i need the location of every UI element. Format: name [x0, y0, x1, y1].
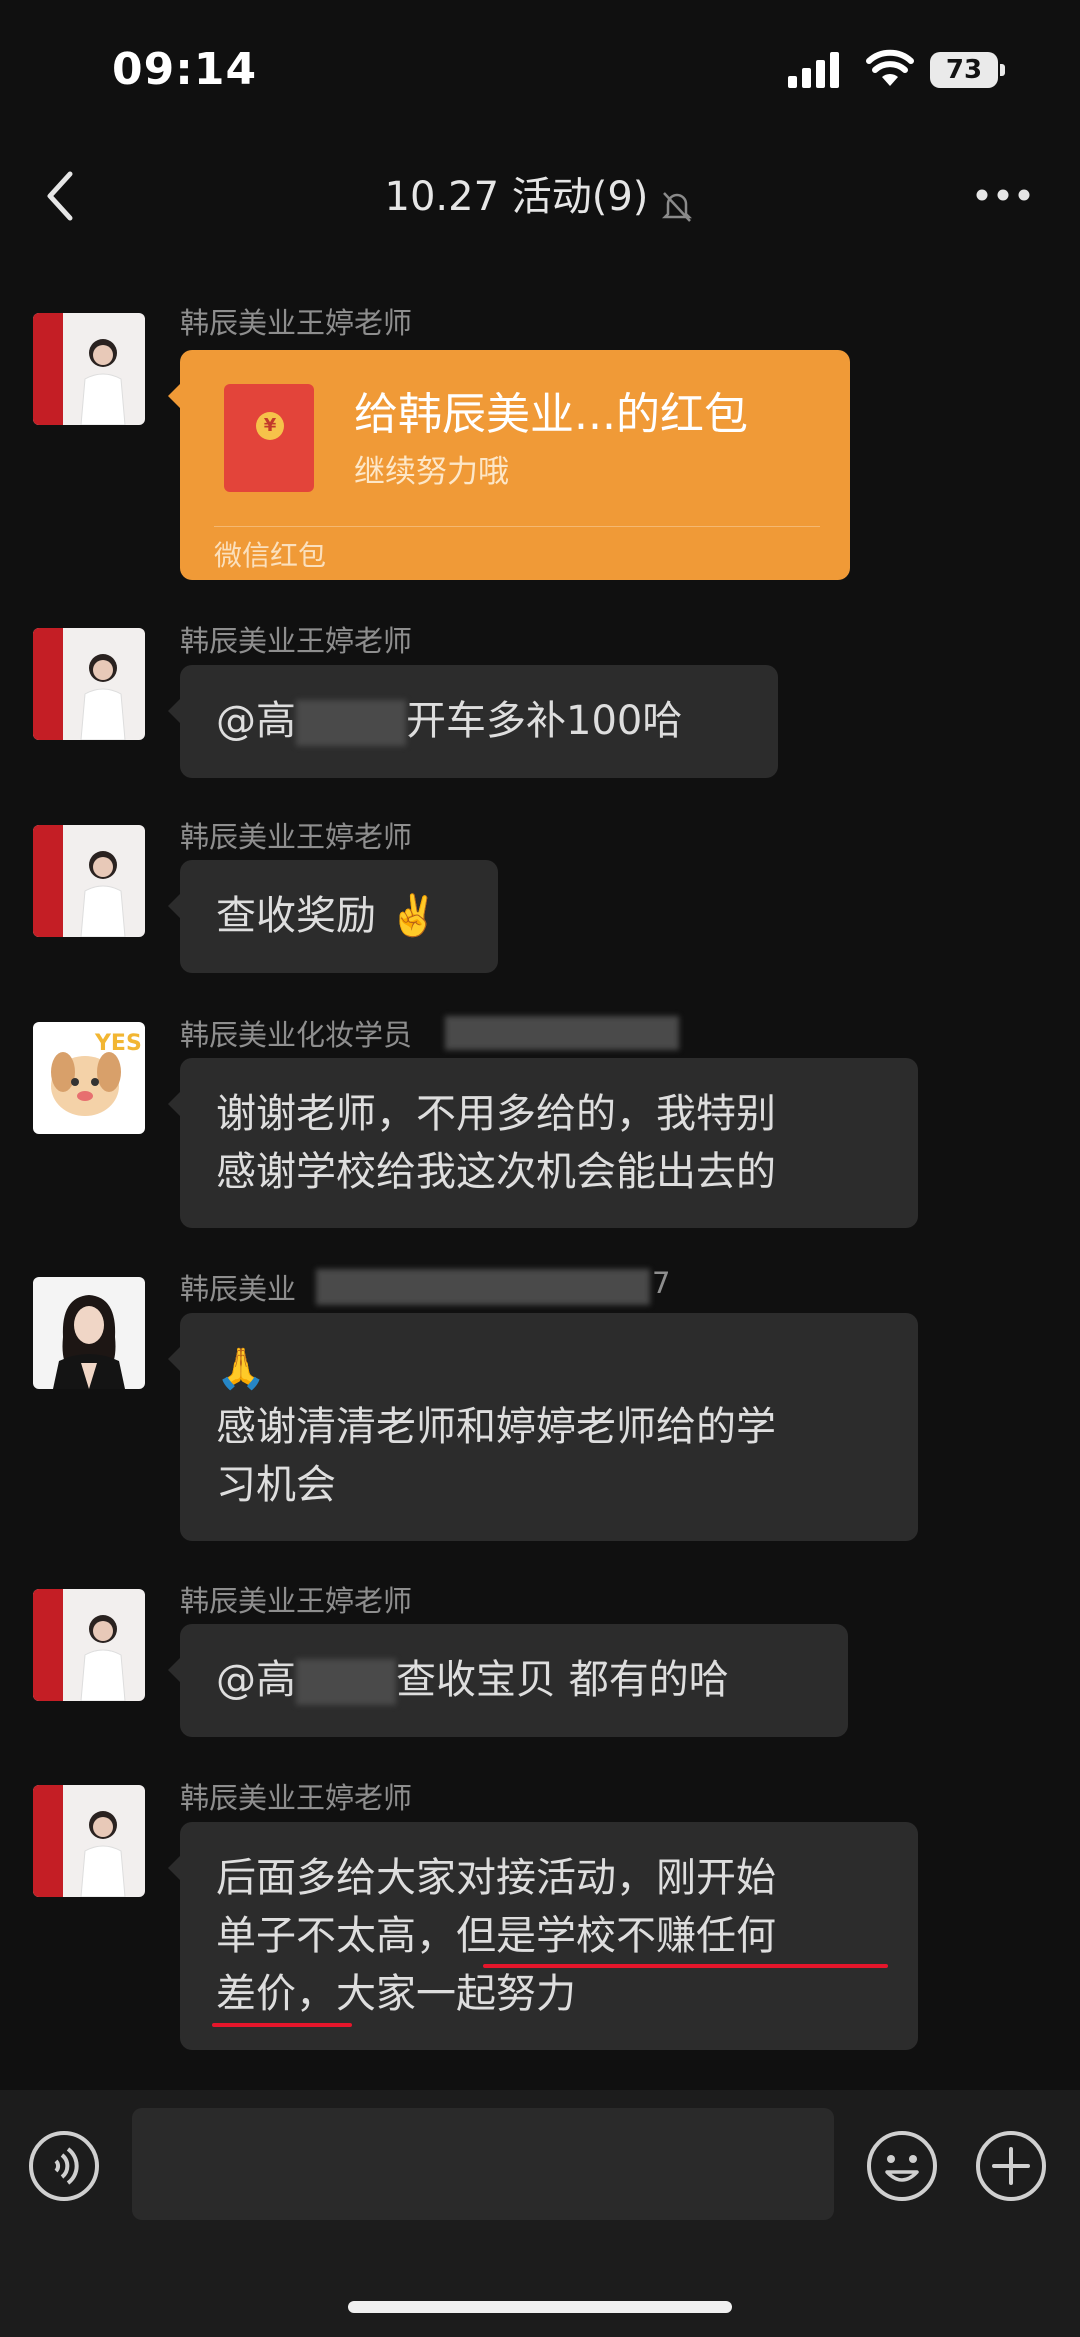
- message-bubble[interactable]: 查收奖励 ✌️: [168, 860, 498, 973]
- mention-text: @高: [216, 698, 296, 744]
- plus-circle-icon[interactable]: [975, 2130, 1047, 2202]
- smiley-icon[interactable]: [866, 2130, 938, 2202]
- red-packet-footer: 微信红包: [214, 539, 327, 572]
- avatar[interactable]: [33, 1785, 145, 1897]
- redacted-name: [296, 700, 406, 746]
- chat-title-wrap: 10.27 活动(9): [0, 164, 1080, 224]
- message-line: 后面多给大家对接活动，刚开始: [216, 1855, 776, 1901]
- message-line: 感谢学校给我这次机会能出去的: [216, 1149, 776, 1195]
- input-bar: [0, 2090, 1080, 2337]
- sender-name: 韩辰美业: [180, 1272, 297, 1306]
- sender-name: 韩辰美业王婷老师: [180, 306, 413, 340]
- ellipsis-icon[interactable]: [975, 188, 1031, 202]
- chat-title: 10.27 活动(9): [384, 174, 649, 220]
- sender-name: 韩辰美业王婷老师: [180, 1584, 413, 1618]
- highlight-underline: [483, 1964, 888, 1968]
- message-bubble[interactable]: 谢谢老师，不用多给的，我特别 感谢学校给我这次机会能出去的: [168, 1058, 918, 1228]
- sender-name-suffix: 7: [652, 1266, 671, 1300]
- avatar[interactable]: YES: [33, 1022, 145, 1134]
- sender-name: 韩辰美业王婷老师: [180, 624, 413, 658]
- avatar[interactable]: [33, 313, 145, 425]
- message-bubble[interactable]: @高 查收宝贝 都有的哈: [168, 1624, 848, 1737]
- message-input[interactable]: [132, 2108, 834, 2220]
- message-bubble[interactable]: 后面多给大家对接活动，刚开始 单子不太高，但是学校不赚任何 差价，大家一起努力: [168, 1822, 918, 2050]
- red-packet-title: 给韩辰美业...的红包: [354, 389, 748, 440]
- red-packet-bubble[interactable]: ¥ 给韩辰美业...的红包 继续努力哦 微信红包: [168, 350, 850, 580]
- message-line: 差价，大家一起努力: [216, 1971, 576, 2017]
- svg-text:YES: YES: [94, 1031, 142, 1056]
- voice-icon[interactable]: [28, 2130, 100, 2202]
- battery-level: 73: [930, 52, 998, 88]
- red-packet-subtitle: 继续努力哦: [354, 454, 509, 490]
- avatar[interactable]: [33, 1589, 145, 1701]
- message-text: 查收宝贝 都有的哈: [396, 1657, 729, 1703]
- home-indicator[interactable]: [348, 2301, 732, 2313]
- message-bubble[interactable]: @高 开车多补100哈: [168, 665, 778, 778]
- bell-off-icon: [662, 191, 693, 222]
- folded-hands-emoji: 🙏: [216, 1346, 266, 1392]
- message-bubble[interactable]: 🙏 感谢清清老师和婷婷老师给的学 习机会: [168, 1313, 918, 1541]
- redacted-name: [445, 1016, 679, 1050]
- redacted-name: [296, 1659, 396, 1705]
- redacted-name: [316, 1269, 650, 1305]
- message-line: 感谢清清老师和婷婷老师给的学: [216, 1404, 776, 1450]
- sender-name: 韩辰美业王婷老师: [180, 820, 413, 854]
- red-envelope-icon: ¥: [224, 384, 314, 492]
- chat-header: 10.27 活动(9): [0, 150, 1080, 240]
- message-line: 谢谢老师，不用多给的，我特别: [216, 1091, 776, 1137]
- highlight-underline: [212, 2023, 352, 2027]
- avatar[interactable]: [33, 1277, 145, 1389]
- victory-hand-emoji: ✌️: [388, 893, 439, 939]
- mention-text: @高: [216, 1657, 296, 1703]
- message-line: 单子不太高，但是学校不赚任何: [216, 1913, 776, 1959]
- avatar[interactable]: [33, 825, 145, 937]
- avatar[interactable]: [33, 628, 145, 740]
- divider: [214, 526, 820, 527]
- status-bar: 09:14 73: [0, 0, 1080, 130]
- message-line: 习机会: [216, 1462, 336, 1508]
- message-text: 查收奖励: [216, 893, 376, 939]
- sender-name: 韩辰美业化妆学员: [180, 1018, 413, 1052]
- status-time: 09:14: [112, 44, 258, 95]
- wifi-icon: [866, 49, 914, 86]
- battery-icon: 73: [930, 52, 1006, 88]
- signal-icon: [788, 52, 839, 88]
- message-text: 开车多补100哈: [406, 698, 683, 744]
- sender-name: 韩辰美业王婷老师: [180, 1781, 413, 1815]
